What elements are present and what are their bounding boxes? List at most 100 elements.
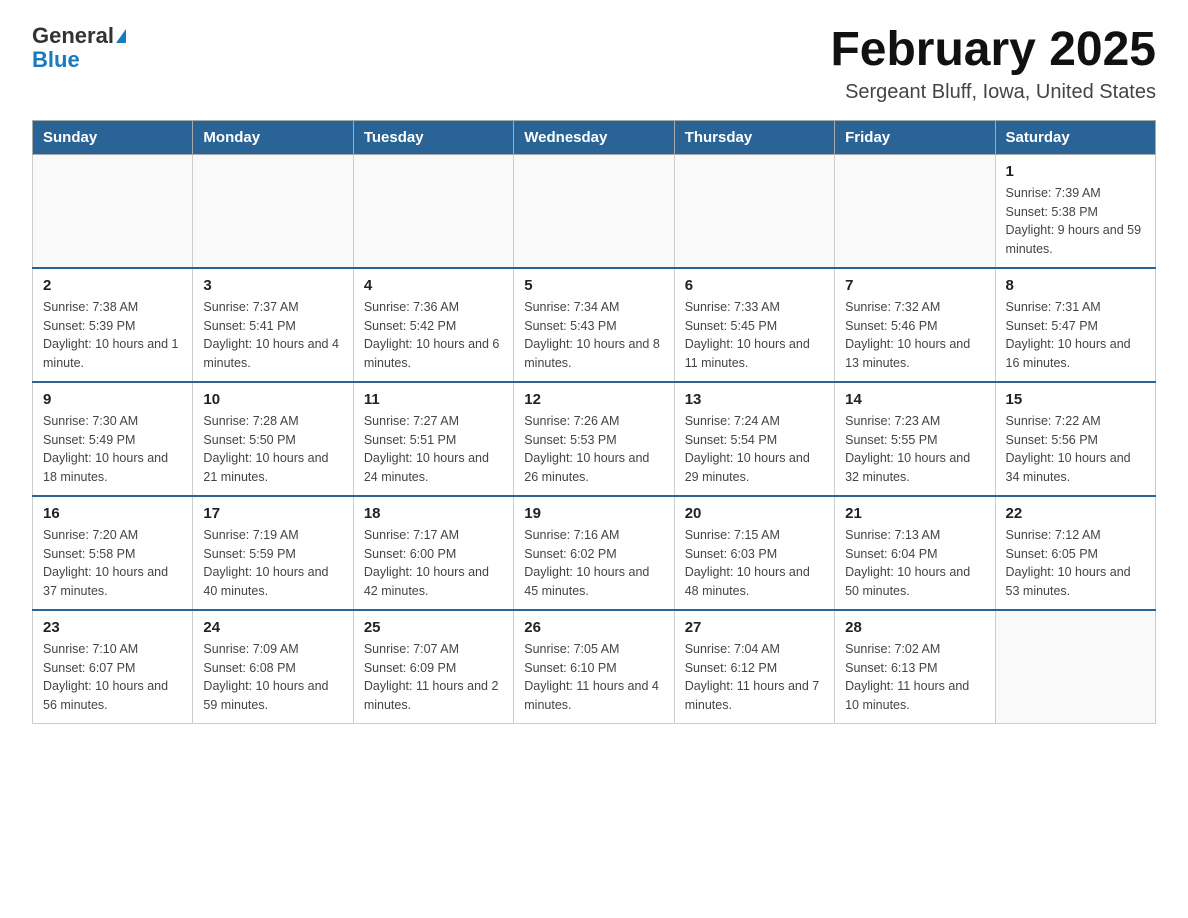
day-number: 24 [203,619,342,636]
calendar-cell: 18 Sunrise: 7:17 AM Sunset: 6:00 PM Dayli… [353,496,513,610]
day-info: Sunrise: 7:15 AM Sunset: 6:03 PM Dayligh… [685,526,824,601]
day-info: Sunrise: 7:07 AM Sunset: 6:09 PM Dayligh… [364,640,503,715]
day-number: 18 [364,505,503,522]
page-header: General Blue February 2025 Sergeant Bluf… [32,24,1156,104]
day-info: Sunrise: 7:12 AM Sunset: 6:05 PM Dayligh… [1006,526,1145,601]
calendar-cell [353,154,513,268]
day-number: 6 [685,277,824,294]
col-monday: Monday [193,120,353,154]
day-number: 12 [524,391,663,408]
calendar-cell: 28Sunrise: 7:02 AM Sunset: 6:13 PM Dayli… [835,610,995,724]
day-info: Sunrise: 7:23 AM Sunset: 5:55 PM Dayligh… [845,412,984,487]
calendar-cell: 1 Sunrise: 7:39 AM Sunset: 5:38 PM Daylig… [995,154,1155,268]
calendar-cell: 8 Sunrise: 7:31 AM Sunset: 5:47 PM Daylig… [995,268,1155,382]
calendar-cell [995,610,1155,724]
logo: General Blue [32,24,126,72]
day-info: Sunrise: 7:17 AM Sunset: 6:00 PM Dayligh… [364,526,503,601]
day-number: 3 [203,277,342,294]
day-info: Sunrise: 7:34 AM Sunset: 5:43 PM Dayligh… [524,298,663,373]
calendar-cell: 26 Sunrise: 7:05 AM Sunset: 6:10 PM Dayli… [514,610,674,724]
day-info: Sunrise: 7:28 AM Sunset: 5:50 PM Dayligh… [203,412,342,487]
calendar-cell [835,154,995,268]
calendar-header-row: Sunday Monday Tuesday Wednesday Thursday… [33,120,1156,154]
day-info: Sunrise: 7:31 AM Sunset: 5:47 PM Dayligh… [1006,298,1145,373]
col-wednesday: Wednesday [514,120,674,154]
col-saturday: Saturday [995,120,1155,154]
day-info: Sunrise: 7:27 AM Sunset: 5:51 PM Dayligh… [364,412,503,487]
day-number: 2 [43,277,182,294]
calendar-cell: 12 Sunrise: 7:26 AM Sunset: 5:53 PM Dayli… [514,382,674,496]
calendar-cell: 15 Sunrise: 7:22 AM Sunset: 5:56 PM Dayli… [995,382,1155,496]
day-info: Sunrise: 7:33 AM Sunset: 5:45 PM Dayligh… [685,298,824,373]
day-number: 16 [43,505,182,522]
calendar-cell: 23 Sunrise: 7:10 AM Sunset: 6:07 PM Dayli… [33,610,193,724]
day-number: 21 [845,505,984,522]
calendar-cell [514,154,674,268]
calendar-week-5: 23 Sunrise: 7:10 AM Sunset: 6:07 PM Dayli… [33,610,1156,724]
day-info: Sunrise: 7:36 AM Sunset: 5:42 PM Dayligh… [364,298,503,373]
calendar-cell: 6 Sunrise: 7:33 AM Sunset: 5:45 PM Daylig… [674,268,834,382]
page-subtitle: Sergeant Bluff, Iowa, United States [830,81,1156,104]
day-number: 8 [1006,277,1145,294]
day-info: Sunrise: 7:39 AM Sunset: 5:38 PM Dayligh… [1006,184,1145,259]
calendar-cell: 17 Sunrise: 7:19 AM Sunset: 5:59 PM Dayli… [193,496,353,610]
day-number: 26 [524,619,663,636]
calendar-cell: 2 Sunrise: 7:38 AM Sunset: 5:39 PM Daylig… [33,268,193,382]
day-info: Sunrise: 7:19 AM Sunset: 5:59 PM Dayligh… [203,526,342,601]
calendar-cell: 9Sunrise: 7:30 AM Sunset: 5:49 PM Daylig… [33,382,193,496]
day-info: Sunrise: 7:10 AM Sunset: 6:07 PM Dayligh… [43,640,182,715]
col-tuesday: Tuesday [353,120,513,154]
day-info: Sunrise: 7:09 AM Sunset: 6:08 PM Dayligh… [203,640,342,715]
day-info: Sunrise: 7:37 AM Sunset: 5:41 PM Dayligh… [203,298,342,373]
calendar-cell: 3 Sunrise: 7:37 AM Sunset: 5:41 PM Daylig… [193,268,353,382]
day-info: Sunrise: 7:20 AM Sunset: 5:58 PM Dayligh… [43,526,182,601]
calendar-cell: 19Sunrise: 7:16 AM Sunset: 6:02 PM Dayli… [514,496,674,610]
logo-text-blue: Blue [32,48,80,72]
title-block: February 2025 Sergeant Bluff, Iowa, Unit… [830,24,1156,104]
calendar-week-1: 1 Sunrise: 7:39 AM Sunset: 5:38 PM Daylig… [33,154,1156,268]
calendar-cell: 14 Sunrise: 7:23 AM Sunset: 5:55 PM Dayli… [835,382,995,496]
calendar-cell: 16 Sunrise: 7:20 AM Sunset: 5:58 PM Dayli… [33,496,193,610]
day-number: 7 [845,277,984,294]
calendar-cell: 10Sunrise: 7:28 AM Sunset: 5:50 PM Dayli… [193,382,353,496]
day-number: 4 [364,277,503,294]
col-sunday: Sunday [33,120,193,154]
logo-triangle-icon [116,29,126,43]
col-thursday: Thursday [674,120,834,154]
calendar-cell: 11 Sunrise: 7:27 AM Sunset: 5:51 PM Dayli… [353,382,513,496]
calendar-cell: 25 Sunrise: 7:07 AM Sunset: 6:09 PM Dayli… [353,610,513,724]
day-number: 20 [685,505,824,522]
day-info: Sunrise: 7:38 AM Sunset: 5:39 PM Dayligh… [43,298,182,373]
day-number: 28 [845,619,984,636]
day-number: 5 [524,277,663,294]
calendar-week-4: 16 Sunrise: 7:20 AM Sunset: 5:58 PM Dayli… [33,496,1156,610]
page-title: February 2025 [830,24,1156,77]
calendar-cell: 13 Sunrise: 7:24 AM Sunset: 5:54 PM Dayli… [674,382,834,496]
calendar-week-3: 9Sunrise: 7:30 AM Sunset: 5:49 PM Daylig… [33,382,1156,496]
day-number: 19 [524,505,663,522]
calendar-cell: 20 Sunrise: 7:15 AM Sunset: 6:03 PM Dayli… [674,496,834,610]
day-number: 23 [43,619,182,636]
calendar-cell: 22Sunrise: 7:12 AM Sunset: 6:05 PM Dayli… [995,496,1155,610]
calendar-cell: 4 Sunrise: 7:36 AM Sunset: 5:42 PM Daylig… [353,268,513,382]
day-number: 9 [43,391,182,408]
calendar-cell [674,154,834,268]
calendar-week-2: 2 Sunrise: 7:38 AM Sunset: 5:39 PM Daylig… [33,268,1156,382]
calendar-cell [193,154,353,268]
day-number: 14 [845,391,984,408]
day-info: Sunrise: 7:32 AM Sunset: 5:46 PM Dayligh… [845,298,984,373]
day-info: Sunrise: 7:24 AM Sunset: 5:54 PM Dayligh… [685,412,824,487]
day-number: 17 [203,505,342,522]
day-info: Sunrise: 7:26 AM Sunset: 5:53 PM Dayligh… [524,412,663,487]
day-number: 25 [364,619,503,636]
day-number: 15 [1006,391,1145,408]
day-number: 11 [364,391,503,408]
calendar-table: Sunday Monday Tuesday Wednesday Thursday… [32,120,1156,724]
day-info: Sunrise: 7:13 AM Sunset: 6:04 PM Dayligh… [845,526,984,601]
day-info: Sunrise: 7:05 AM Sunset: 6:10 PM Dayligh… [524,640,663,715]
col-friday: Friday [835,120,995,154]
calendar-cell: 21 Sunrise: 7:13 AM Sunset: 6:04 PM Dayli… [835,496,995,610]
day-number: 13 [685,391,824,408]
day-number: 1 [1006,163,1145,180]
day-info: Sunrise: 7:22 AM Sunset: 5:56 PM Dayligh… [1006,412,1145,487]
